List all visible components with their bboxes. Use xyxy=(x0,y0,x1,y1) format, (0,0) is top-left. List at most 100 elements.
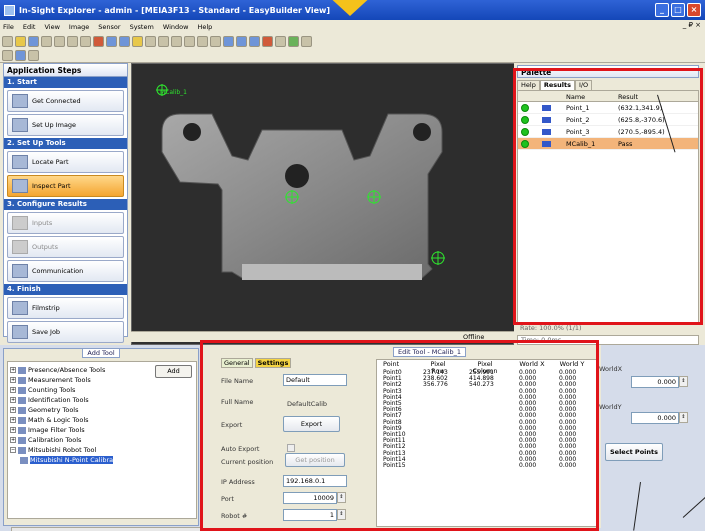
maximize-button[interactable]: □ xyxy=(671,3,685,17)
section-configure-results: 3. Configure Results xyxy=(4,199,127,210)
help-icon[interactable] xyxy=(301,35,312,47)
world-x-spinner[interactable]: ⇕ xyxy=(679,376,688,387)
tool-category-icon xyxy=(18,386,26,394)
open-icon[interactable] xyxy=(15,35,26,47)
locate-part-button[interactable]: Locate Part xyxy=(7,151,124,173)
world-x-input[interactable]: 0.000 xyxy=(631,376,679,388)
communication-button[interactable]: Communication xyxy=(7,260,124,282)
inspect-tools-icon xyxy=(12,179,28,193)
tree-item[interactable]: + Counting Tools xyxy=(10,386,75,394)
redo-icon[interactable] xyxy=(119,35,130,47)
rate-text: Rate: 100.0% (1/1) xyxy=(520,324,582,332)
tool-category-icon xyxy=(18,416,26,424)
record-icon[interactable] xyxy=(197,35,208,47)
robot-calibration-icon xyxy=(20,456,28,464)
cut-icon[interactable] xyxy=(54,35,65,47)
tree-item[interactable]: + Measurement Tools xyxy=(10,376,91,384)
tool-category-icon xyxy=(18,376,26,384)
calibrate-icon[interactable] xyxy=(288,35,299,47)
menu-file[interactable]: File xyxy=(3,23,14,31)
menu-window[interactable]: Window xyxy=(163,23,189,31)
minimize-button[interactable]: _ xyxy=(655,3,669,17)
tree-item[interactable]: + Image Filter Tools xyxy=(10,426,85,434)
mdi-window-controls[interactable]: _ ₽ × xyxy=(683,21,701,29)
trigger-icon[interactable] xyxy=(132,35,143,47)
world-coordinates-panel: WorldX 0.000 ⇕ WorldY 0.000 ⇕ Select Poi… xyxy=(599,345,705,531)
app-icon xyxy=(4,4,15,16)
get-connected-button[interactable]: Get Connected xyxy=(7,90,124,112)
tree-item[interactable]: + Geometry Tools xyxy=(10,406,79,414)
cursor-icon[interactable] xyxy=(28,49,39,61)
highlight-edit-tool xyxy=(200,340,599,531)
zoom-fit-icon[interactable] xyxy=(249,35,260,47)
world-y-spinner[interactable]: ⇕ xyxy=(679,412,688,423)
toolbar-row-2 xyxy=(2,48,39,62)
print-icon[interactable] xyxy=(41,35,52,47)
tool-category-icon xyxy=(18,396,26,404)
add-tool-panel: Add Tool + Presence/Absence Tools + Measur… xyxy=(3,348,201,531)
magnifier-icon xyxy=(12,155,28,169)
tool-category-icon xyxy=(18,426,26,434)
select-points-button[interactable]: Select Points xyxy=(605,443,663,461)
next-frame-icon[interactable] xyxy=(184,35,195,47)
communication-icon xyxy=(12,264,28,278)
filmstrip-icon xyxy=(12,301,28,315)
prev-frame-icon[interactable] xyxy=(158,35,169,47)
graphics-icon[interactable] xyxy=(262,35,273,47)
menu-edit[interactable]: Edit xyxy=(23,23,36,31)
undo-icon[interactable] xyxy=(106,35,117,47)
tree-item-selected[interactable]: Mitsubishi N-Point Calibra xyxy=(20,456,114,464)
add-tool-title: Add Tool xyxy=(82,348,120,358)
inputs-button[interactable]: Inputs xyxy=(7,212,124,234)
set-up-image-button[interactable]: Set Up Image xyxy=(7,114,124,136)
save-job-button[interactable]: Save Job xyxy=(7,321,124,343)
world-x-label: WorldX xyxy=(599,365,623,373)
menu-view[interactable]: View xyxy=(44,23,59,31)
highlight-palette xyxy=(513,68,703,325)
tool-category-icon xyxy=(18,366,26,374)
fit-icon[interactable] xyxy=(210,35,221,47)
inspect-part-button[interactable]: Inspect Part xyxy=(7,175,124,197)
live-video-icon[interactable] xyxy=(15,49,26,61)
copy-icon[interactable] xyxy=(67,35,78,47)
close-button[interactable]: × xyxy=(687,3,701,17)
tree-item[interactable]: + Math & Logic Tools xyxy=(10,416,89,424)
tree-item[interactable]: + Presence/Absence Tools xyxy=(10,366,105,374)
first-frame-icon[interactable] xyxy=(145,35,156,47)
play-icon[interactable] xyxy=(171,35,182,47)
delete-icon[interactable] xyxy=(93,35,104,47)
menu-sensor[interactable]: Sensor xyxy=(98,23,120,31)
menu-image[interactable]: Image xyxy=(69,23,89,31)
menu-help[interactable]: Help xyxy=(197,23,212,31)
world-y-input[interactable]: 0.000 xyxy=(631,412,679,424)
section-set-up-tools: 2. Set Up Tools xyxy=(4,138,127,149)
save-icon[interactable] xyxy=(28,35,39,47)
window-title: In-Sight Explorer - admin - [MEIA3F13 - … xyxy=(19,5,331,15)
zoom-out-icon[interactable] xyxy=(236,35,247,47)
paste-icon[interactable] xyxy=(80,35,91,47)
app-window: In-Sight Explorer - admin - [MEIA3F13 - … xyxy=(0,0,705,531)
application-steps-title: Application Steps xyxy=(4,64,127,77)
filmstrip-button[interactable]: Filmstrip xyxy=(7,297,124,319)
menu-system[interactable]: System xyxy=(130,23,154,31)
tool-tree: + Presence/Absence Tools + Measurement Too… xyxy=(7,361,201,531)
toolbar xyxy=(0,33,705,63)
world-y-label: WorldY xyxy=(599,403,622,411)
tree-item[interactable]: + Identification Tools xyxy=(10,396,89,404)
image-icon xyxy=(12,118,28,132)
tool-category-icon xyxy=(18,406,26,414)
toolbar-row-1 xyxy=(2,34,312,48)
tree-item[interactable]: + Calibration Tools xyxy=(10,436,81,444)
zoom-in-icon[interactable] xyxy=(223,35,234,47)
callout-arrow-top xyxy=(326,0,374,16)
new-icon[interactable] xyxy=(2,35,13,47)
add-button[interactable]: Add xyxy=(155,365,192,378)
online-icon[interactable] xyxy=(2,49,13,61)
tree-item[interactable]: − Mitsubishi Robot Tool xyxy=(10,446,96,454)
image-display[interactable]: MCalib_1 xyxy=(131,63,515,345)
save-job-icon xyxy=(12,325,28,339)
part-image: MCalib_1 xyxy=(132,64,515,332)
overlay-icon[interactable] xyxy=(275,35,286,47)
tree-horizontal-scrollbar[interactable] xyxy=(11,527,201,531)
outputs-button[interactable]: Outputs xyxy=(7,236,124,258)
